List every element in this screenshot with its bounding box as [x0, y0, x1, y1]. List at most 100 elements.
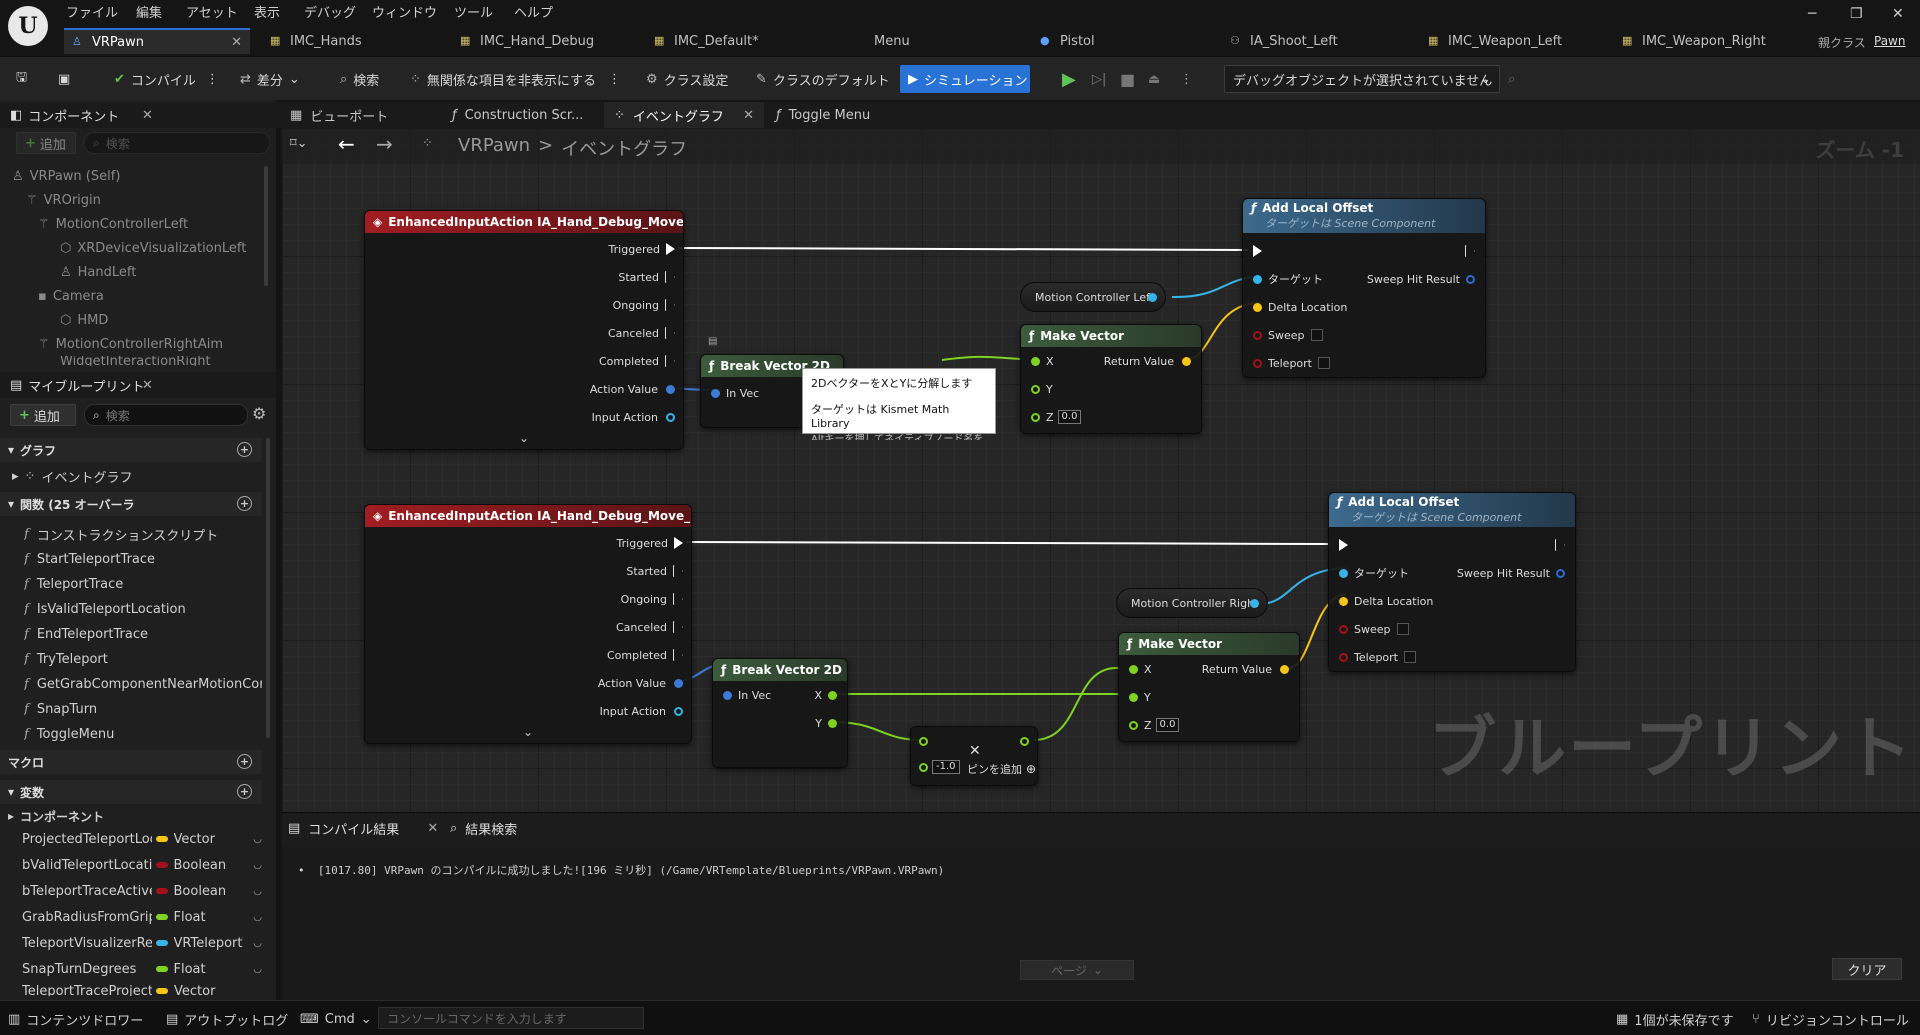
event-node-move-right[interactable]: ◈ EnhancedInputAction IA_Hand_Debug_Move_…	[364, 504, 692, 744]
tree-item-motioncontrollerrightaim[interactable]: ⚚ MotionControllerRightAim	[38, 334, 223, 354]
variable-item[interactable]: GrabRadiusFromGripPosition Float ◡	[22, 906, 262, 928]
graphs-category[interactable]: ▾ グラフ +	[0, 438, 262, 462]
pin-delta-location[interactable]: Delta Location	[1339, 593, 1433, 609]
simulation-button[interactable]: ▶ シミュレーション	[900, 65, 1030, 93]
function-item[interactable]: ƒ コンストラクションスクリプト	[24, 524, 262, 544]
pin-ongoing[interactable]: Ongoing	[613, 297, 675, 313]
tree-item-vrorigin[interactable]: ⚚ VROrigin	[26, 190, 101, 210]
expand-chevron-icon[interactable]: ⌄	[519, 431, 529, 445]
pin-action-value[interactable]: Action Value	[590, 381, 675, 397]
variables-category[interactable]: ▾ 変数 +	[0, 780, 262, 804]
close-icon[interactable]: ✕	[231, 35, 242, 50]
add-pin-button[interactable]: ピンを追加 ⊕	[967, 761, 1036, 777]
make-vector-left-node[interactable]: ƒ Make Vector X Y Z 0.0 Return Value	[1020, 324, 1202, 434]
doc-tab-imc-hand-debug[interactable]: ▦ IMC_Hand_Debug	[452, 28, 594, 54]
pin-in-vec[interactable]: In Vec	[723, 687, 771, 703]
blueprint-search-input[interactable]: ⌕ 検索	[84, 404, 248, 426]
add-variable-icon[interactable]: +	[237, 784, 252, 799]
variable-item[interactable]: bValidTeleportLocation Boolean ◡	[22, 854, 262, 876]
pin-started[interactable]: Started	[626, 563, 683, 579]
debug-find-icon[interactable]: ⌕	[1508, 67, 1515, 91]
pin-triggered[interactable]: Triggered	[609, 241, 675, 257]
doc-tab-pistol[interactable]: ● Pistol	[1032, 28, 1095, 54]
more-options-icon[interactable]: ⋮	[206, 72, 219, 87]
components-subcategory[interactable]: ▸ コンポーネント	[8, 806, 246, 826]
tab-event-graph[interactable]: ⁘ イベントグラフ ✕	[604, 102, 764, 128]
pin-canceled[interactable]: Canceled	[608, 325, 675, 341]
eye-closed-icon[interactable]: ◡	[253, 834, 262, 845]
doc-tab-menu[interactable]: ▦ Menu	[846, 28, 910, 54]
tab-toggle-menu[interactable]: ƒ Toggle Menu	[766, 102, 926, 128]
multiplier-value-input[interactable]: -1.0	[932, 760, 960, 774]
function-item[interactable]: ƒ ToggleMenu	[24, 724, 262, 744]
component-search-input[interactable]: ⌕ 検索	[84, 132, 270, 154]
tab-construction-script[interactable]: ƒ Construction Scr...	[442, 102, 602, 128]
variable-item[interactable]: TeleportVisualizerReference VRTeleportVis…	[22, 932, 262, 954]
macros-category[interactable]: マクロ +	[0, 750, 262, 774]
menu-asset[interactable]: アセット	[186, 2, 238, 22]
add-graph-icon[interactable]: +	[237, 442, 252, 457]
doc-tab-vrpawn[interactable]: ♙ VRPawn ✕	[64, 28, 250, 54]
pin-input-action[interactable]: Input Action	[592, 409, 675, 425]
output-log-button[interactable]: ▤ アウトプットログ	[166, 1009, 288, 1029]
expand-chevron-icon[interactable]: ⌄	[523, 725, 533, 739]
function-item[interactable]: ƒ IsValidTeleportLocation	[24, 599, 262, 619]
pin-ongoing[interactable]: Ongoing	[621, 591, 683, 607]
doc-tab-ia-shoot-left[interactable]: ⚇ IA_Shoot_Left	[1222, 28, 1338, 54]
pin-y-out[interactable]: Y	[815, 715, 837, 731]
eye-closed-icon[interactable]: ◡	[253, 912, 262, 923]
tab-compile-results[interactable]: ▤ コンパイル結果 ✕	[288, 819, 438, 838]
menu-window[interactable]: ウィンドウ	[372, 2, 437, 22]
pin-sweep[interactable]: Sweep	[1339, 621, 1409, 637]
pin-triggered[interactable]: Triggered	[617, 535, 683, 551]
add-function-icon[interactable]: +	[237, 496, 252, 511]
parent-class-link[interactable]: Pawn	[1874, 34, 1905, 48]
tree-item-self[interactable]: ♙ VRPawn (Self)	[12, 166, 120, 186]
pin-delta-location[interactable]: Delta Location	[1253, 299, 1347, 315]
pin-y[interactable]: Y	[1129, 689, 1151, 705]
variable-item[interactable]: bTeleportTraceActive Boolean ◡	[22, 880, 262, 902]
pin-z[interactable]: Z 0.0	[1129, 717, 1180, 733]
pin-out[interactable]	[1020, 733, 1029, 749]
hide-unrelated-button[interactable]: ⁘ 無関係な項目を非表示にする ⋮	[410, 67, 621, 91]
pin-x-out[interactable]: X	[814, 687, 837, 703]
content-drawer-button[interactable]: ▥ コンテンツドロワー	[8, 1009, 143, 1029]
pin-canceled[interactable]: Canceled	[616, 619, 683, 635]
variable-item[interactable]: SnapTurnDegrees Float ◡	[22, 958, 262, 980]
function-item[interactable]: ƒ SnapTurn	[24, 699, 262, 719]
pin-sweep-hit-result[interactable]: Sweep Hit Result	[1457, 565, 1565, 581]
doc-tab-imc-weapon-right[interactable]: ▦ IMC_Weapon_Right	[1614, 28, 1766, 54]
pin-completed[interactable]: Completed	[607, 647, 683, 663]
compile-button[interactable]: ✔ コンパイル ⋮	[114, 67, 219, 91]
make-vector-right-node[interactable]: ƒ Make Vector X Y Z 0.0 Return Value	[1118, 632, 1300, 742]
eye-closed-icon[interactable]: ◡	[253, 886, 262, 897]
blueprint-scrollbar[interactable]	[266, 438, 270, 738]
menu-tools[interactable]: ツール	[454, 2, 493, 22]
add-local-offset-left-node[interactable]: ƒ Add Local Offset ターゲットは Scene Component…	[1242, 198, 1486, 378]
window-close-icon[interactable]: ✕	[1892, 6, 1904, 22]
pin-started[interactable]: Started	[618, 269, 675, 285]
tree-item-widgetinteractionright[interactable]: WidgetInteractionRight	[60, 356, 211, 366]
function-item[interactable]: ƒ TryTeleport	[24, 649, 262, 669]
z-value-input[interactable]: 0.0	[1155, 718, 1180, 732]
menu-edit[interactable]: 編集	[136, 2, 162, 22]
teleport-checkbox[interactable]	[1404, 651, 1416, 663]
menu-debug[interactable]: デバッグ	[304, 2, 356, 22]
pin-z[interactable]: Z 0.0	[1031, 409, 1082, 425]
maximize-icon[interactable]: ❐	[1850, 6, 1863, 22]
pin-teleport[interactable]: Teleport	[1253, 355, 1330, 371]
menu-file[interactable]: ファイル	[66, 2, 118, 22]
tree-item-xrdevicevisleft[interactable]: ⬡ XRDeviceVisualizationLeft	[60, 238, 246, 258]
doc-tab-imc-weapon-left[interactable]: ▦ IMC_Weapon_Left	[1420, 28, 1562, 54]
class-defaults-button[interactable]: ✎ クラスのデフォルト	[756, 67, 890, 91]
close-icon[interactable]: ✕	[743, 108, 754, 123]
tree-item-handleft[interactable]: ♙ HandLeft	[60, 262, 136, 282]
comment-bubble-icon[interactable]: ▤	[708, 336, 717, 347]
clear-button[interactable]: クリア	[1832, 958, 1902, 980]
sweep-checkbox[interactable]	[1396, 623, 1409, 635]
components-scrollbar[interactable]	[264, 166, 268, 286]
pin-exec-in[interactable]	[1253, 243, 1262, 259]
add-component-button[interactable]: + 追加	[16, 132, 76, 154]
stop-icon[interactable]: ■	[1120, 67, 1135, 91]
teleport-checkbox[interactable]	[1318, 357, 1330, 369]
